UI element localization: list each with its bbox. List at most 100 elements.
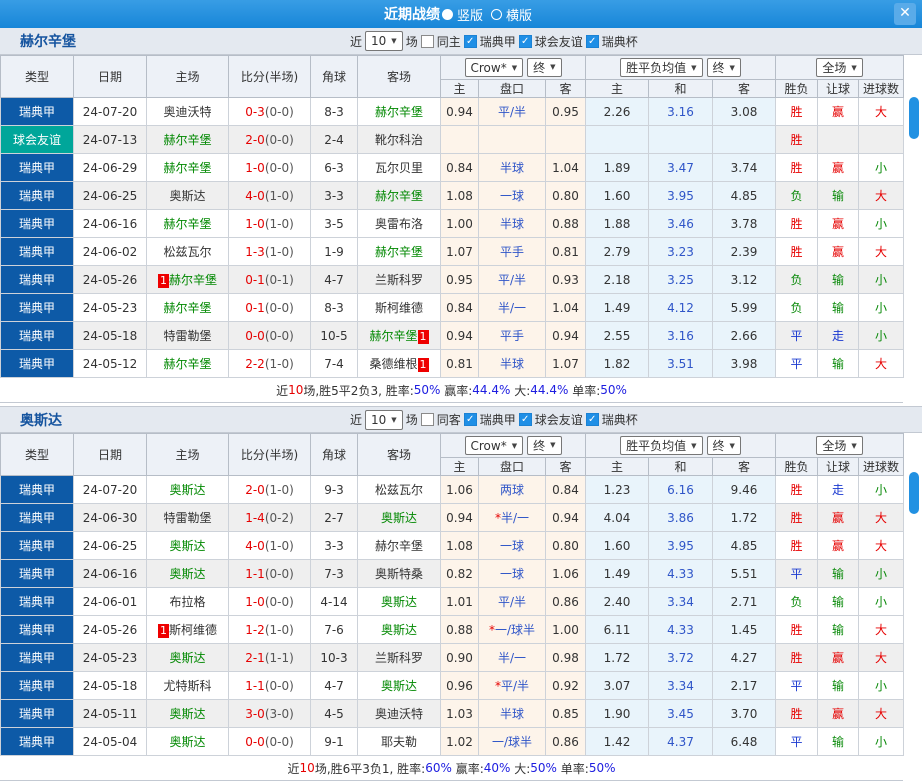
layout-radio-0[interactable] bbox=[441, 8, 453, 20]
league-checkbox-2[interactable]: ✓ bbox=[585, 413, 599, 426]
team-label: 桑德维根 bbox=[369, 357, 418, 371]
match-type-cell: 瑞典甲 bbox=[0, 349, 74, 378]
handicap-label: 半/一 bbox=[497, 301, 527, 315]
final-select[interactable]: 终 ▼ bbox=[527, 435, 562, 455]
corner-cell: 4-7 bbox=[310, 265, 358, 294]
odds-company-select[interactable]: Crow* ▼ bbox=[464, 58, 524, 78]
ah-home-odds: 0.96 bbox=[440, 671, 479, 700]
ah-home-odds: 0.88 bbox=[440, 615, 479, 644]
home-team-cell: 赫尔辛堡 bbox=[146, 349, 229, 378]
team-label: 奥斯达 bbox=[169, 735, 206, 749]
halftime-score: (1-1) bbox=[264, 650, 294, 665]
team-label: 奥斯达 bbox=[169, 567, 206, 581]
league-checkbox-0[interactable]: ✓ bbox=[463, 34, 477, 48]
fulltime-score: 2-2 bbox=[245, 356, 265, 371]
league-checkbox-2[interactable]: ✓ bbox=[585, 34, 599, 48]
sub-col-header: 和 bbox=[648, 457, 714, 476]
score-cell: 1-0(0-0) bbox=[228, 153, 311, 182]
scrollbar-thumb[interactable] bbox=[909, 472, 919, 514]
league-checkbox-1[interactable]: ✓ bbox=[518, 413, 532, 426]
fulltime-score: 2-0 bbox=[245, 482, 265, 497]
team-name: 奥斯达 bbox=[20, 412, 62, 429]
avg-odds-select[interactable]: 胜平负均值 ▼ bbox=[620, 436, 703, 455]
league-checkbox-0[interactable]: ✓ bbox=[463, 413, 477, 426]
eu-draw-odds: 3.95 bbox=[648, 181, 714, 210]
ah-home-odds: 1.01 bbox=[440, 587, 479, 616]
eu-home-odds: 1.49 bbox=[585, 293, 650, 322]
result-wdl: 胜 bbox=[775, 503, 819, 532]
ah-home-odds: 0.95 bbox=[440, 265, 479, 294]
eu-home-odds: 1.60 bbox=[585, 181, 650, 210]
fulltime-score: 0-0 bbox=[245, 328, 265, 343]
layout-radio-1[interactable] bbox=[491, 8, 502, 20]
eu-draw-odds: 3.16 bbox=[648, 321, 714, 350]
games-count-select[interactable]: 10 ▼ bbox=[365, 409, 403, 430]
handicap-cell: 半球 bbox=[478, 209, 546, 238]
handicap-cell: *半/一 bbox=[478, 503, 546, 532]
filter-group: 近 10 ▼ 场同主 ✓ 瑞典甲 ✓ 球会友谊 ✓ 瑞典杯 bbox=[350, 31, 641, 51]
match-row: 瑞典甲 24-06-25 奥斯达 4-0(1-0) 3-3 赫尔辛堡 1.08 一球 0.80 1… bbox=[0, 181, 905, 210]
handicap-cell: *平/半 bbox=[478, 671, 546, 700]
halftime-score: (1-0) bbox=[264, 356, 294, 371]
date-cell: 24-05-12 bbox=[73, 349, 147, 378]
same-venue-checkbox[interactable] bbox=[420, 413, 434, 426]
result-handicap: 赢 bbox=[817, 699, 860, 728]
result-goals: 大 bbox=[858, 97, 905, 126]
team-section-away: 奥斯达 近 10 ▼ 场同客 ✓ 瑞典甲 ✓ 球会友谊 ✓ 瑞典杯 类型 日期 主场 比分(半场) 角球客… bbox=[0, 406, 922, 781]
result-wdl: 胜 bbox=[775, 615, 819, 644]
handicap-label: 平/半 bbox=[497, 105, 527, 119]
scrollbar-thumb[interactable] bbox=[909, 97, 919, 139]
match-row: 瑞典甲 24-06-16 奥斯达 1-1(0-0) 7-3 奥斯特桑 0.82 一球 1.06 1… bbox=[0, 559, 905, 588]
score-cell: 4-0(1-0) bbox=[228, 181, 311, 210]
layout-radio-label-0: 竖版 bbox=[456, 8, 483, 24]
score-cell: 4-0(1-0) bbox=[228, 531, 311, 560]
ah-away-odds: 1.04 bbox=[544, 153, 587, 182]
avg-odds-select[interactable]: 胜平负均值 ▼ bbox=[620, 58, 703, 77]
date-cell: 24-05-26 bbox=[73, 265, 147, 294]
eu-draw-odds: 4.33 bbox=[648, 559, 714, 588]
ah-away-odds bbox=[544, 125, 587, 154]
result-handicap: 走 bbox=[817, 321, 860, 350]
handicap-cell: 一球 bbox=[478, 531, 546, 560]
scope-select[interactable]: 全场 ▼ bbox=[816, 436, 863, 455]
avg-final-select[interactable]: 终 ▼ bbox=[706, 436, 741, 455]
date-cell: 24-07-20 bbox=[73, 97, 147, 126]
summary-part: 赢率: bbox=[451, 761, 484, 776]
ah-away-odds: 0.86 bbox=[544, 727, 587, 756]
near-label: 近 bbox=[350, 34, 363, 49]
games-count-select[interactable]: 10 ▼ bbox=[365, 31, 403, 51]
col-header: 客场 bbox=[357, 55, 441, 98]
league-checkbox-1[interactable]: ✓ bbox=[518, 34, 532, 48]
sub-col-header: 主 bbox=[585, 79, 650, 98]
odds-company-select[interactable]: Crow* ▼ bbox=[464, 436, 524, 456]
match-row: 瑞典甲 24-05-26 1 斯柯维德 1-2(1-0) 7-6 奥斯达 0.88 *一/球半 1… bbox=[0, 615, 905, 644]
col-header: 比分(半场) bbox=[228, 433, 311, 476]
final-select[interactable]: 终 ▼ bbox=[527, 57, 562, 77]
result-handicap: 输 bbox=[817, 559, 860, 588]
handicap-label: 平手 bbox=[499, 245, 524, 259]
avg-final-select[interactable]: 终 ▼ bbox=[706, 58, 741, 77]
result-wdl: 平 bbox=[775, 559, 819, 588]
date-cell: 24-05-23 bbox=[73, 293, 147, 322]
league-label-2: 瑞典杯 bbox=[601, 34, 638, 49]
close-button[interactable]: ✕ bbox=[894, 3, 916, 25]
scope-select[interactable]: 全场 ▼ bbox=[816, 58, 863, 77]
eu-away-odds: 2.17 bbox=[712, 671, 777, 700]
sub-col-header: 客 bbox=[544, 79, 587, 98]
select-value: Crow* bbox=[470, 438, 507, 453]
corner-cell: 9-1 bbox=[310, 727, 358, 756]
handicap-cell: 半球 bbox=[478, 153, 546, 182]
handicap-cell: 平/半 bbox=[478, 97, 546, 126]
sub-col-header: 让球 bbox=[817, 457, 860, 476]
eu-away-odds: 3.12 bbox=[712, 265, 777, 294]
eu-draw-odds: 3.34 bbox=[648, 587, 714, 616]
match-row: 瑞典甲 24-07-20 奥迪沃特 0-3(0-0) 8-3 赫尔辛堡 0.94 平/半 0.9… bbox=[0, 97, 905, 126]
ah-home-odds: 1.07 bbox=[440, 237, 479, 266]
ah-home-odds: 0.94 bbox=[440, 503, 479, 532]
eu-home-odds: 2.18 bbox=[585, 265, 650, 294]
match-type-cell: 瑞典甲 bbox=[0, 293, 74, 322]
ah-away-odds: 0.92 bbox=[544, 671, 587, 700]
away-team-cell: 桑德维根 1 bbox=[357, 349, 441, 378]
select-value: 终 bbox=[712, 439, 725, 453]
same-venue-checkbox[interactable] bbox=[420, 34, 434, 48]
